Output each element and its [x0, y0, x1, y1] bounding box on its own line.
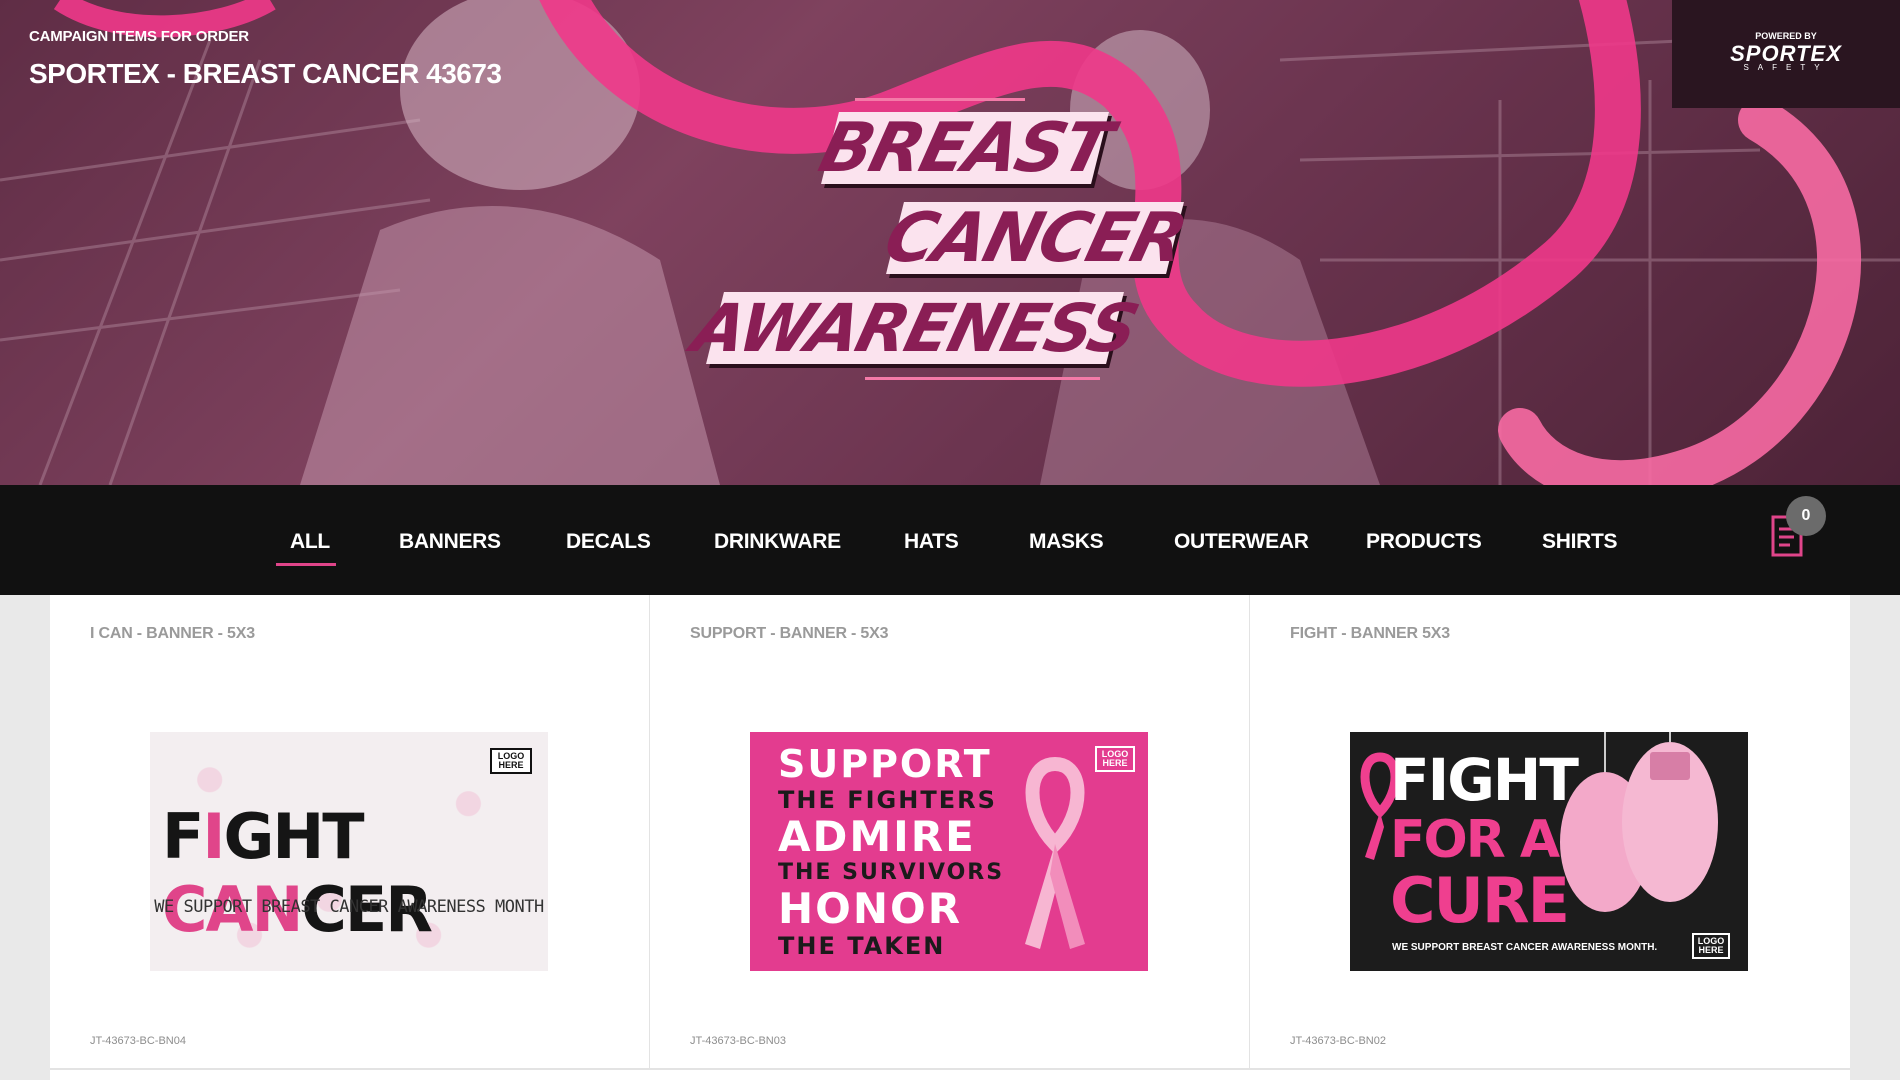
product-sku: JT-43673-BC-BN03: [690, 1035, 786, 1047]
nav-item-masks[interactable]: MASKS: [1029, 530, 1104, 554]
product-image[interactable]: LOGO HERE FIGHT CANCER WE SUPPORT BREAST…: [150, 732, 548, 971]
nav-item-decals[interactable]: DECALS: [566, 530, 651, 554]
banner-line: SUPPORT: [778, 742, 992, 786]
banner-subline: WE SUPPORT BREAST CANCER AWARENESS MONTH…: [1392, 942, 1658, 953]
boxing-gloves-image: [1560, 732, 1718, 912]
cart-count-badge[interactable]: 0: [1786, 496, 1826, 536]
banner-line: HONOR: [778, 884, 963, 933]
awareness-logo: BREAST CANCER AWARENESS: [685, 95, 1210, 385]
hero-word-awareness: AWARENESS: [685, 289, 1145, 367]
banner-line: ADMIRE: [778, 812, 976, 861]
product-card[interactable]: FIGHT - BANNER 5X3 FIGHT FOR A CURE WE S…: [1250, 595, 1850, 1070]
product-title[interactable]: FIGHT - BANNER 5X3: [1290, 625, 1450, 643]
product-image[interactable]: SUPPORT THE FIGHTERS ADMIRE THE SURVIVOR…: [750, 732, 1148, 971]
nav-item-shirts[interactable]: SHIRTS: [1542, 530, 1618, 554]
nav-item-all[interactable]: ALL: [290, 530, 330, 554]
product-title[interactable]: I CAN - BANNER - 5X3: [90, 625, 255, 643]
page-title: SPORTEX - BREAST CANCER 43673: [29, 58, 502, 89]
product-sku: JT-43673-BC-BN04: [90, 1035, 186, 1047]
hero-word-cancer: CANCER: [877, 198, 1193, 278]
brand-sub: SAFETY: [1743, 63, 1829, 72]
nav-item-hats[interactable]: HATS: [904, 530, 959, 554]
banner-line: THE FIGHTERS: [778, 786, 997, 814]
hero-banner: CAMPAIGN ITEMS FOR ORDER SPORTEX - BREAS…: [0, 0, 1900, 485]
campaign-kicker: CAMPAIGN ITEMS FOR ORDER: [29, 28, 249, 45]
logo-placeholder: LOGO HERE: [490, 748, 532, 774]
product-title[interactable]: SUPPORT - BANNER - 5X3: [690, 625, 888, 643]
banner-line: FIGHT: [1390, 746, 1579, 814]
nav-active-indicator: [276, 563, 336, 566]
product-image[interactable]: FIGHT FOR A CURE WE SUPPORT BREAST CANCE…: [1350, 732, 1748, 971]
logo-rule-top: [855, 98, 1025, 101]
ribbon-icon: [1025, 756, 1085, 949]
banner-line: FOR A: [1390, 810, 1560, 870]
nav-item-drinkware[interactable]: DRINKWARE: [714, 530, 841, 554]
hero-word-breast: BREAST: [811, 108, 1119, 188]
product-sku: JT-43673-BC-BN02: [1290, 1035, 1386, 1047]
brand-logo: POWERED BY SPORTEX SAFETY: [1672, 0, 1900, 108]
logo-placeholder: LOGO HERE: [1692, 933, 1730, 959]
product-card[interactable]: SUPPORT - BANNER - 5X3 SUPPORT THE FIGHT…: [650, 595, 1250, 1070]
banner-subline: WE SUPPORT BREAST CANCER AWARENESS MONTH: [154, 897, 544, 917]
product-card[interactable]: I CAN - BANNER - 5X3 LOGO HERE FIGHT CAN…: [50, 595, 650, 1070]
nav-item-banners[interactable]: BANNERS: [399, 530, 501, 554]
banner-headline: FIGHT CANCER: [162, 800, 433, 946]
banner-line: THE TAKEN: [778, 932, 946, 960]
nav-item-products[interactable]: PRODUCTS: [1366, 530, 1482, 554]
logo-rule-bottom: [865, 377, 1100, 380]
product-grid: I CAN - BANNER - 5X3 LOGO HERE FIGHT CAN…: [50, 595, 1850, 1080]
logo-placeholder: LOGO HERE: [1095, 746, 1135, 772]
banner-line: CURE: [1390, 864, 1570, 937]
powered-by-label: POWERED BY: [1755, 31, 1817, 41]
nav-item-outerwear[interactable]: OUTERWEAR: [1174, 530, 1309, 554]
banner-line: THE SURVIVORS: [778, 860, 1005, 885]
